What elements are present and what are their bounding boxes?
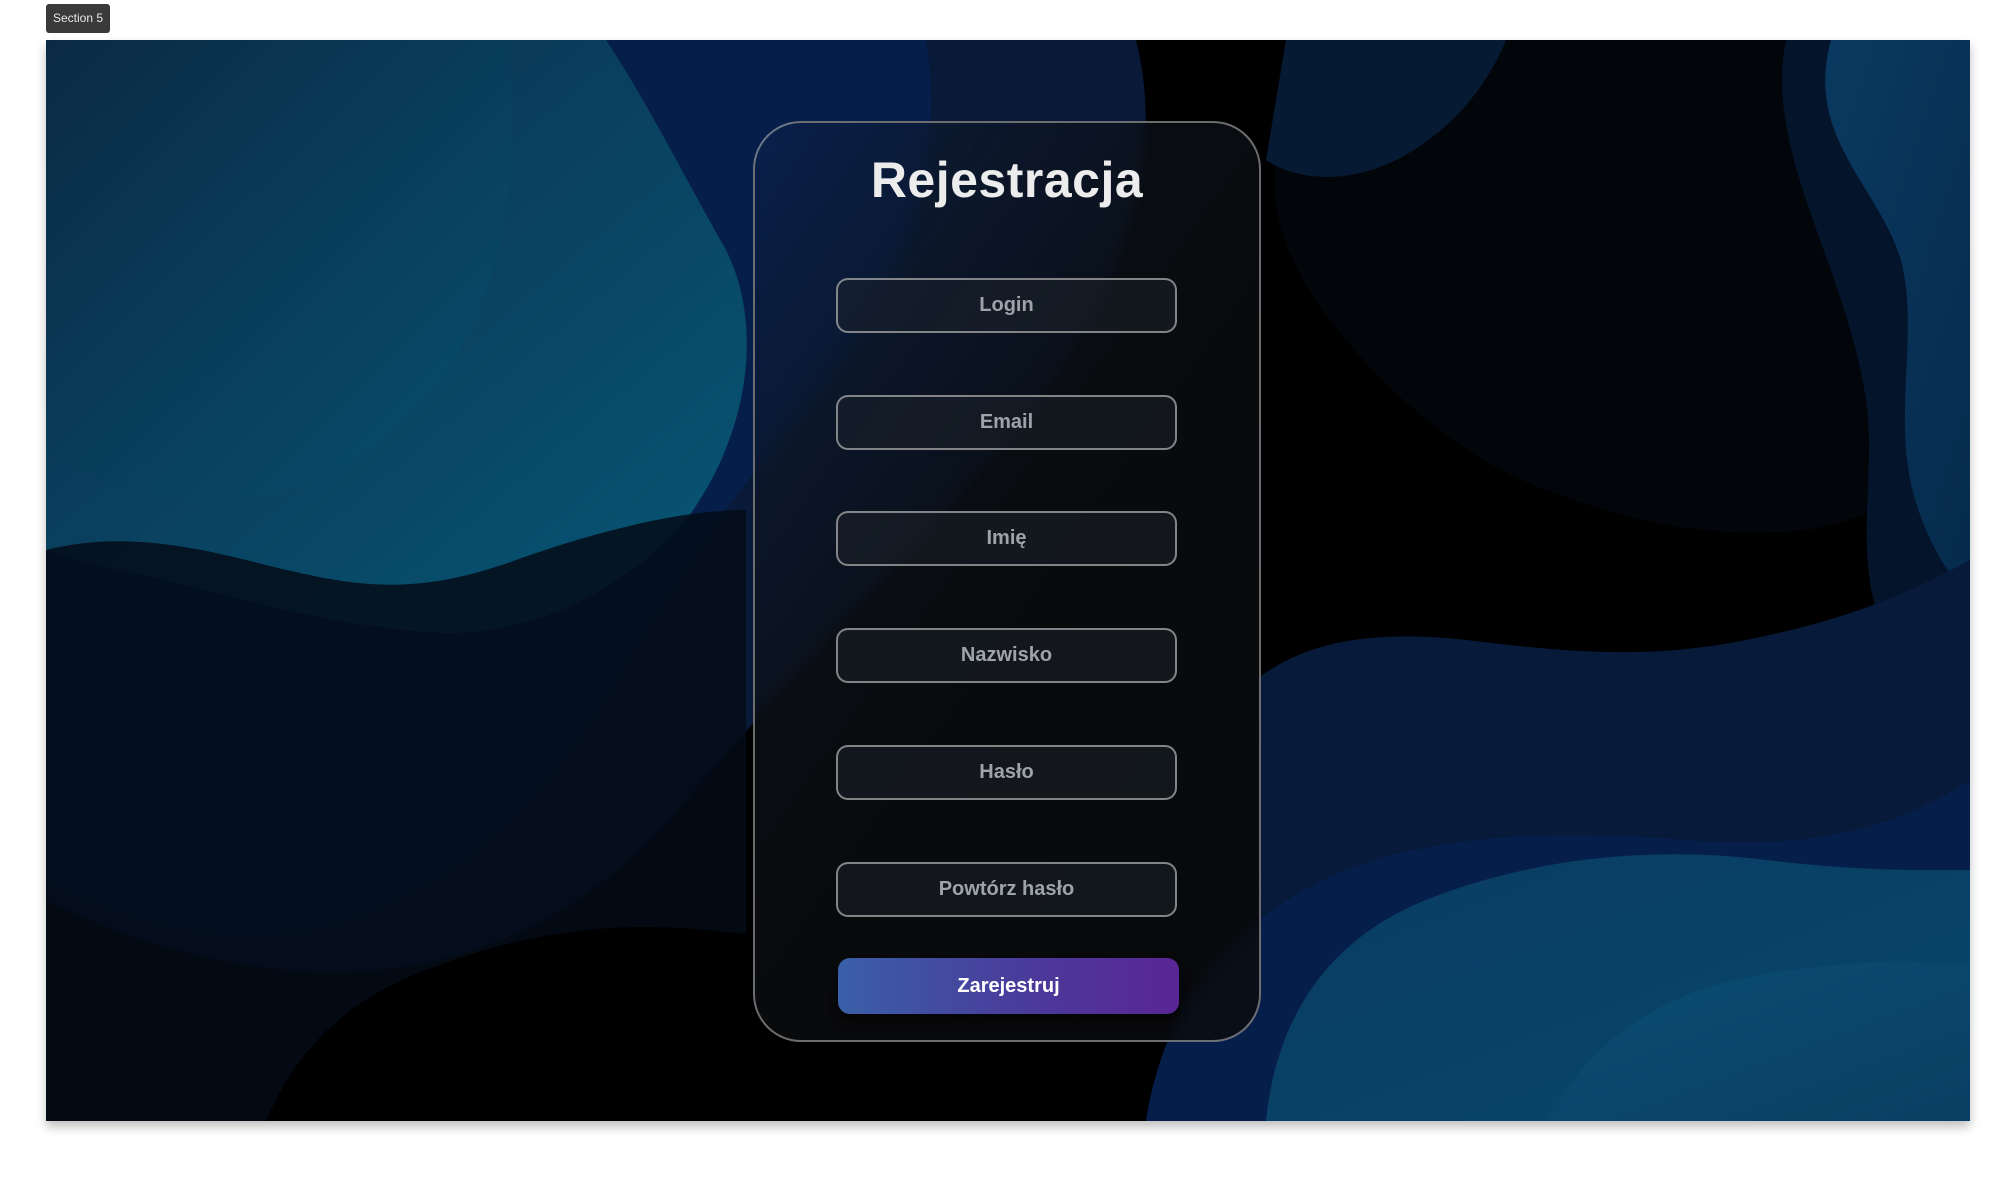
- register-button[interactable]: Zarejestruj: [838, 958, 1179, 1014]
- background-canvas: Rejestracja Zarejestruj: [46, 40, 1970, 1121]
- first-name-input[interactable]: [836, 511, 1177, 566]
- login-input[interactable]: [836, 278, 1177, 333]
- section-label: Section 5: [46, 4, 111, 33]
- password-input[interactable]: [836, 745, 1177, 800]
- last-name-input[interactable]: [836, 628, 1177, 683]
- registration-card: Rejestracja Zarejestruj: [753, 121, 1261, 1042]
- repeat-password-input[interactable]: [836, 862, 1177, 917]
- email-input[interactable]: [836, 395, 1177, 450]
- form-title: Rejestracja: [870, 152, 1144, 208]
